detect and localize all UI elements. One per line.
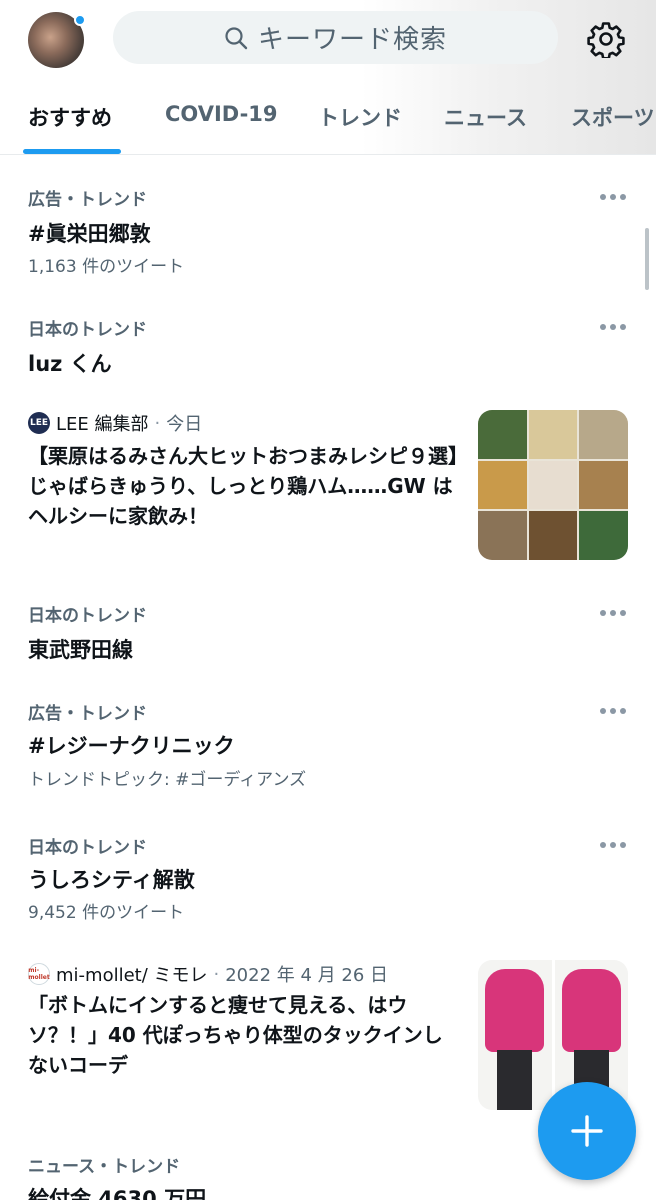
trend-title: #レジーナクリニック bbox=[28, 734, 235, 758]
news-thumbnail bbox=[478, 410, 628, 560]
gear-icon[interactable] bbox=[587, 20, 625, 58]
tab-trends[interactable]: トレンド bbox=[318, 102, 402, 132]
source-name: mi-mollet/ ミモレ bbox=[56, 965, 208, 986]
scrollbar[interactable] bbox=[645, 228, 649, 290]
source-logo: mi-mollet bbox=[28, 963, 50, 985]
trend-title: luz くん bbox=[28, 352, 112, 376]
news-card[interactable]: LEE LEE 編集部 · 今日 【栗原はるみさん大ヒットおつまみレシピ９選】じ… bbox=[0, 405, 656, 570]
post-time: 今日 bbox=[166, 414, 203, 435]
news-headline: 【栗原はるみさん大ヒットおつまみレシピ９選】じゃばらきゅうり、しっとり鶏ハム……… bbox=[28, 444, 458, 528]
source-name: LEE 編集部 bbox=[56, 414, 149, 435]
avatar[interactable] bbox=[28, 12, 86, 68]
tab-news[interactable]: ニュース bbox=[444, 102, 527, 132]
trend-title: 東武野田線 bbox=[28, 638, 133, 662]
trend-meta: 広告・トレンド bbox=[28, 704, 147, 724]
trend-item[interactable]: 日本のトレンド 東武野田線 bbox=[0, 597, 656, 667]
more-horizontal-icon[interactable] bbox=[600, 193, 626, 201]
trend-meta: 日本のトレンド bbox=[28, 838, 147, 858]
trend-title: うしろシティ解散 bbox=[28, 868, 195, 892]
tab-recommended[interactable]: おすすめ bbox=[28, 102, 112, 132]
compose-button[interactable] bbox=[538, 1082, 636, 1180]
trend-item[interactable]: 広告・トレンド #レジーナクリニック トレンドトピック: #ゴーディアンズ bbox=[0, 695, 656, 805]
trend-title: #眞栄田郷敦 bbox=[28, 222, 151, 246]
news-source: mi-mollet mi-mollet/ ミモレ · 2022 年 4 月 26… bbox=[28, 961, 388, 987]
more-horizontal-icon[interactable] bbox=[600, 323, 626, 331]
news-source: LEE LEE 編集部 · 今日 bbox=[28, 410, 202, 436]
source-logo: LEE bbox=[28, 412, 50, 434]
tweet-count: 1,163 件のツイート bbox=[28, 257, 185, 277]
search-bar[interactable]: キーワード検索 bbox=[113, 11, 558, 64]
trend-topic: トレンドトピック: #ゴーディアンズ bbox=[28, 770, 307, 790]
trend-item[interactable]: 日本のトレンド luz くん bbox=[0, 310, 656, 380]
tab-bar: おすすめ COVID-19 トレンド ニュース スポーツ bbox=[0, 92, 656, 154]
trend-item[interactable]: 広告・トレンド #眞栄田郷敦 1,163 件のツイート bbox=[0, 180, 656, 290]
plus-icon bbox=[571, 1115, 603, 1147]
trend-item[interactable]: 日本のトレンド うしろシティ解散 9,452 件のツイート bbox=[0, 829, 656, 939]
top-bar: キーワード検索 おすすめ COVID-19 トレンド ニュース スポーツ bbox=[0, 0, 656, 155]
more-horizontal-icon[interactable] bbox=[600, 609, 626, 617]
separator: · bbox=[213, 963, 220, 985]
more-horizontal-icon[interactable] bbox=[600, 707, 626, 715]
trend-meta: ニュース・トレンド bbox=[28, 1157, 181, 1177]
trend-meta: 日本のトレンド bbox=[28, 320, 147, 340]
separator: · bbox=[154, 412, 161, 434]
notification-dot bbox=[74, 14, 86, 26]
post-time: 2022 年 4 月 26 日 bbox=[225, 965, 389, 986]
tab-sports[interactable]: スポーツ bbox=[571, 102, 655, 132]
trend-meta: 広告・トレンド bbox=[28, 190, 147, 210]
search-placeholder: キーワード検索 bbox=[257, 25, 447, 55]
news-headline: 「ボトムにインすると痩せて見える、はウソ？！」40 代ぽっちゃり体型のタックイン… bbox=[28, 993, 443, 1077]
trend-feed: 広告・トレンド #眞栄田郷敦 1,163 件のツイート 日本のトレンド luz … bbox=[0, 155, 656, 1200]
active-tab-indicator bbox=[23, 149, 121, 154]
tweet-count: 9,452 件のツイート bbox=[28, 903, 185, 923]
tab-covid-19[interactable]: COVID-19 bbox=[165, 102, 278, 126]
more-horizontal-icon[interactable] bbox=[600, 841, 626, 849]
trend-meta: 日本のトレンド bbox=[28, 606, 147, 626]
search-icon bbox=[225, 26, 248, 49]
trend-title: 給付金 4630 万円 bbox=[28, 1187, 207, 1200]
